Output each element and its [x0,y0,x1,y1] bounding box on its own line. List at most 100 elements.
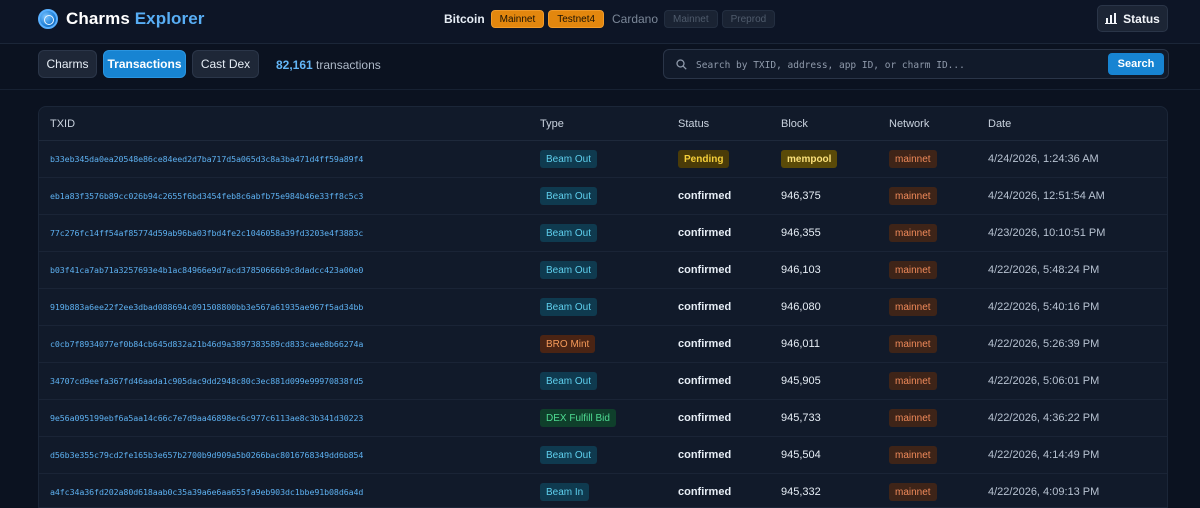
table-row[interactable]: a4fc34a36fd202a80d618aab0c35a39a6e6aa655… [39,474,1167,507]
table-header: TXID Type Status Block Network Date [39,107,1167,141]
txid-link[interactable]: a4fc34a36fd202a80d618aab0c35a39a6e6aa655… [50,487,363,497]
cell-block: 946,103 [781,252,821,288]
search-bar: Search [663,49,1169,79]
txid-link[interactable]: 919b883a6ee22f2ee3dbad088694c091508800bb… [50,302,363,312]
table-row[interactable]: 919b883a6ee22f2ee3dbad088694c091508800bb… [39,289,1167,326]
cell-network: mainnet [889,252,937,288]
toolbar-divider [0,89,1200,90]
column-header-network[interactable]: Network [889,118,929,130]
txid-link[interactable]: eb1a83f3576b89cc026b94c2655f6bd3454feb8c… [50,191,363,201]
block-value[interactable]: 945,905 [781,375,821,387]
txid-link[interactable]: b03f41ca7ab71a3257693e4b1ac84966e9d7acd3… [50,265,363,275]
cell-date: 4/24/2026, 12:51:54 AM [988,178,1105,214]
table-row[interactable]: b33eb345da0ea20548e86ce84eed2d7ba717d5a0… [39,141,1167,178]
cell-type: Beam Out [540,363,598,399]
status-badge: confirmed [678,375,732,387]
bar-chart-icon [1105,13,1118,24]
table-row[interactable]: 9e56a095199ebf6a5aa14c66c7e7d9aa46898ec6… [39,400,1167,437]
column-header-status[interactable]: Status [678,118,709,130]
cell-txid: 77c276fc14ff54af85774d59ab96ba03fbd4fe2c… [50,215,363,251]
txid-link[interactable]: 34707cd9eefa367fd46aada1c905dac9dd2948c8… [50,376,363,386]
search-input[interactable] [696,56,1096,74]
block-value[interactable]: 946,375 [781,190,821,202]
txid-link[interactable]: c0cb7f8934077ef0b84cb645d832a21b46d9a389… [50,339,363,349]
network-badge: mainnet [889,150,937,168]
status-badge: confirmed [678,190,732,202]
type-badge: Beam Out [540,372,598,390]
cell-network: mainnet [889,178,937,214]
table-row[interactable]: 77c276fc14ff54af85774d59ab96ba03fbd4fe2c… [39,215,1167,252]
column-header-date[interactable]: Date [988,118,1011,130]
table-row[interactable]: b03f41ca7ab71a3257693e4b1ac84966e9d7acd3… [39,252,1167,289]
cell-date: 4/22/2026, 5:48:24 PM [988,252,1099,288]
cardano-mainnet-button[interactable]: Mainnet [664,10,718,28]
column-header-type[interactable]: Type [540,118,564,130]
cell-status: confirmed [678,289,731,325]
network-badge: mainnet [889,409,937,427]
tab-transactions[interactable]: Transactions [103,50,186,78]
txid-link[interactable]: b33eb345da0ea20548e86ce84eed2d7ba717d5a0… [50,154,363,164]
cardano-preprod-button[interactable]: Preprod [721,10,776,28]
cell-type: Beam Out [540,252,598,288]
cell-date: 4/24/2026, 1:24:36 AM [988,141,1099,177]
network-badge: mainnet [889,261,937,279]
txid-link[interactable]: 77c276fc14ff54af85774d59ab96ba03fbd4fe2c… [50,228,363,238]
search-button[interactable]: Search [1108,53,1164,75]
date-value: 4/22/2026, 4:14:49 PM [988,449,1100,461]
column-header-txid[interactable]: TXID [50,118,75,130]
cell-txid: a4fc34a36fd202a80d618aab0c35a39a6e6aa655… [50,474,363,507]
type-badge: Beam Out [540,187,598,205]
block-value[interactable]: 945,332 [781,486,821,498]
block-value[interactable]: 946,011 [781,338,820,350]
table-row[interactable]: eb1a83f3576b89cc026b94c2655f6bd3454feb8c… [39,178,1167,215]
cell-type: Beam Out [540,215,598,251]
block-value[interactable]: 946,355 [781,227,821,239]
block-value[interactable]: 946,103 [781,264,821,276]
brand[interactable]: Charms Explorer [38,9,205,29]
date-value: 4/24/2026, 1:24:36 AM [988,153,1099,165]
tab-cast-dex[interactable]: Cast Dex [192,50,259,78]
status-button-label: Status [1123,11,1160,26]
block-value[interactable]: 945,733 [781,412,821,424]
cell-status: Pending [678,141,730,177]
cell-network: mainnet [889,326,937,362]
cell-block: 945,733 [781,400,821,436]
txid-link[interactable]: d56b3e355c79cd2fe165b3e657b2700b9d909a5b… [50,450,363,460]
status-badge: confirmed [678,449,732,461]
block-value[interactable]: mempool [781,150,838,168]
bitcoin-testnet4-button[interactable]: Testnet4 [548,10,605,28]
transaction-count: 82,161 transactions [276,58,381,72]
cell-block: 946,011 [781,326,820,362]
bitcoin-mainnet-button[interactable]: Mainnet [490,10,545,28]
date-value: 4/24/2026, 12:51:54 AM [988,190,1105,202]
transaction-count-number: 82,161 [276,58,313,72]
txid-link[interactable]: 9e56a095199ebf6a5aa14c66c7e7d9aa46898ec6… [50,413,363,423]
type-badge: Beam In [540,483,590,501]
table-row[interactable]: 34707cd9eefa367fd46aada1c905dac9dd2948c8… [39,363,1167,400]
cell-status: confirmed [678,363,731,399]
cell-type: Beam Out [540,437,598,473]
status-button[interactable]: Status [1097,5,1168,32]
block-value[interactable]: 946,080 [781,301,821,313]
cell-txid: 919b883a6ee22f2ee3dbad088694c091508800bb… [50,289,363,325]
tab-charms[interactable]: Charms [38,50,97,78]
column-header-block[interactable]: Block [781,118,808,130]
cell-status: confirmed [678,178,731,214]
network-badge: mainnet [889,298,937,316]
type-badge: Beam Out [540,150,598,168]
transaction-count-suffix: transactions [316,58,381,72]
cell-type: DEX Fulfill Bid [540,400,616,436]
cell-block: 945,332 [781,474,821,507]
cell-date: 4/22/2026, 4:14:49 PM [988,437,1099,473]
table-row[interactable]: c0cb7f8934077ef0b84cb645d832a21b46d9a389… [39,326,1167,363]
table-row[interactable]: d56b3e355c79cd2fe165b3e657b2700b9d909a5b… [39,437,1167,474]
date-value: 4/23/2026, 10:10:51 PM [988,227,1106,239]
type-badge: BRO Mint [540,335,596,353]
bitcoin-label: Bitcoin [444,12,485,26]
cell-network: mainnet [889,474,937,507]
cell-type: Beam Out [540,141,598,177]
block-value[interactable]: 945,504 [781,449,821,461]
app-title-part1: Charms [66,9,130,28]
cell-txid: 34707cd9eefa367fd46aada1c905dac9dd2948c8… [50,363,363,399]
cell-block: 945,504 [781,437,821,473]
